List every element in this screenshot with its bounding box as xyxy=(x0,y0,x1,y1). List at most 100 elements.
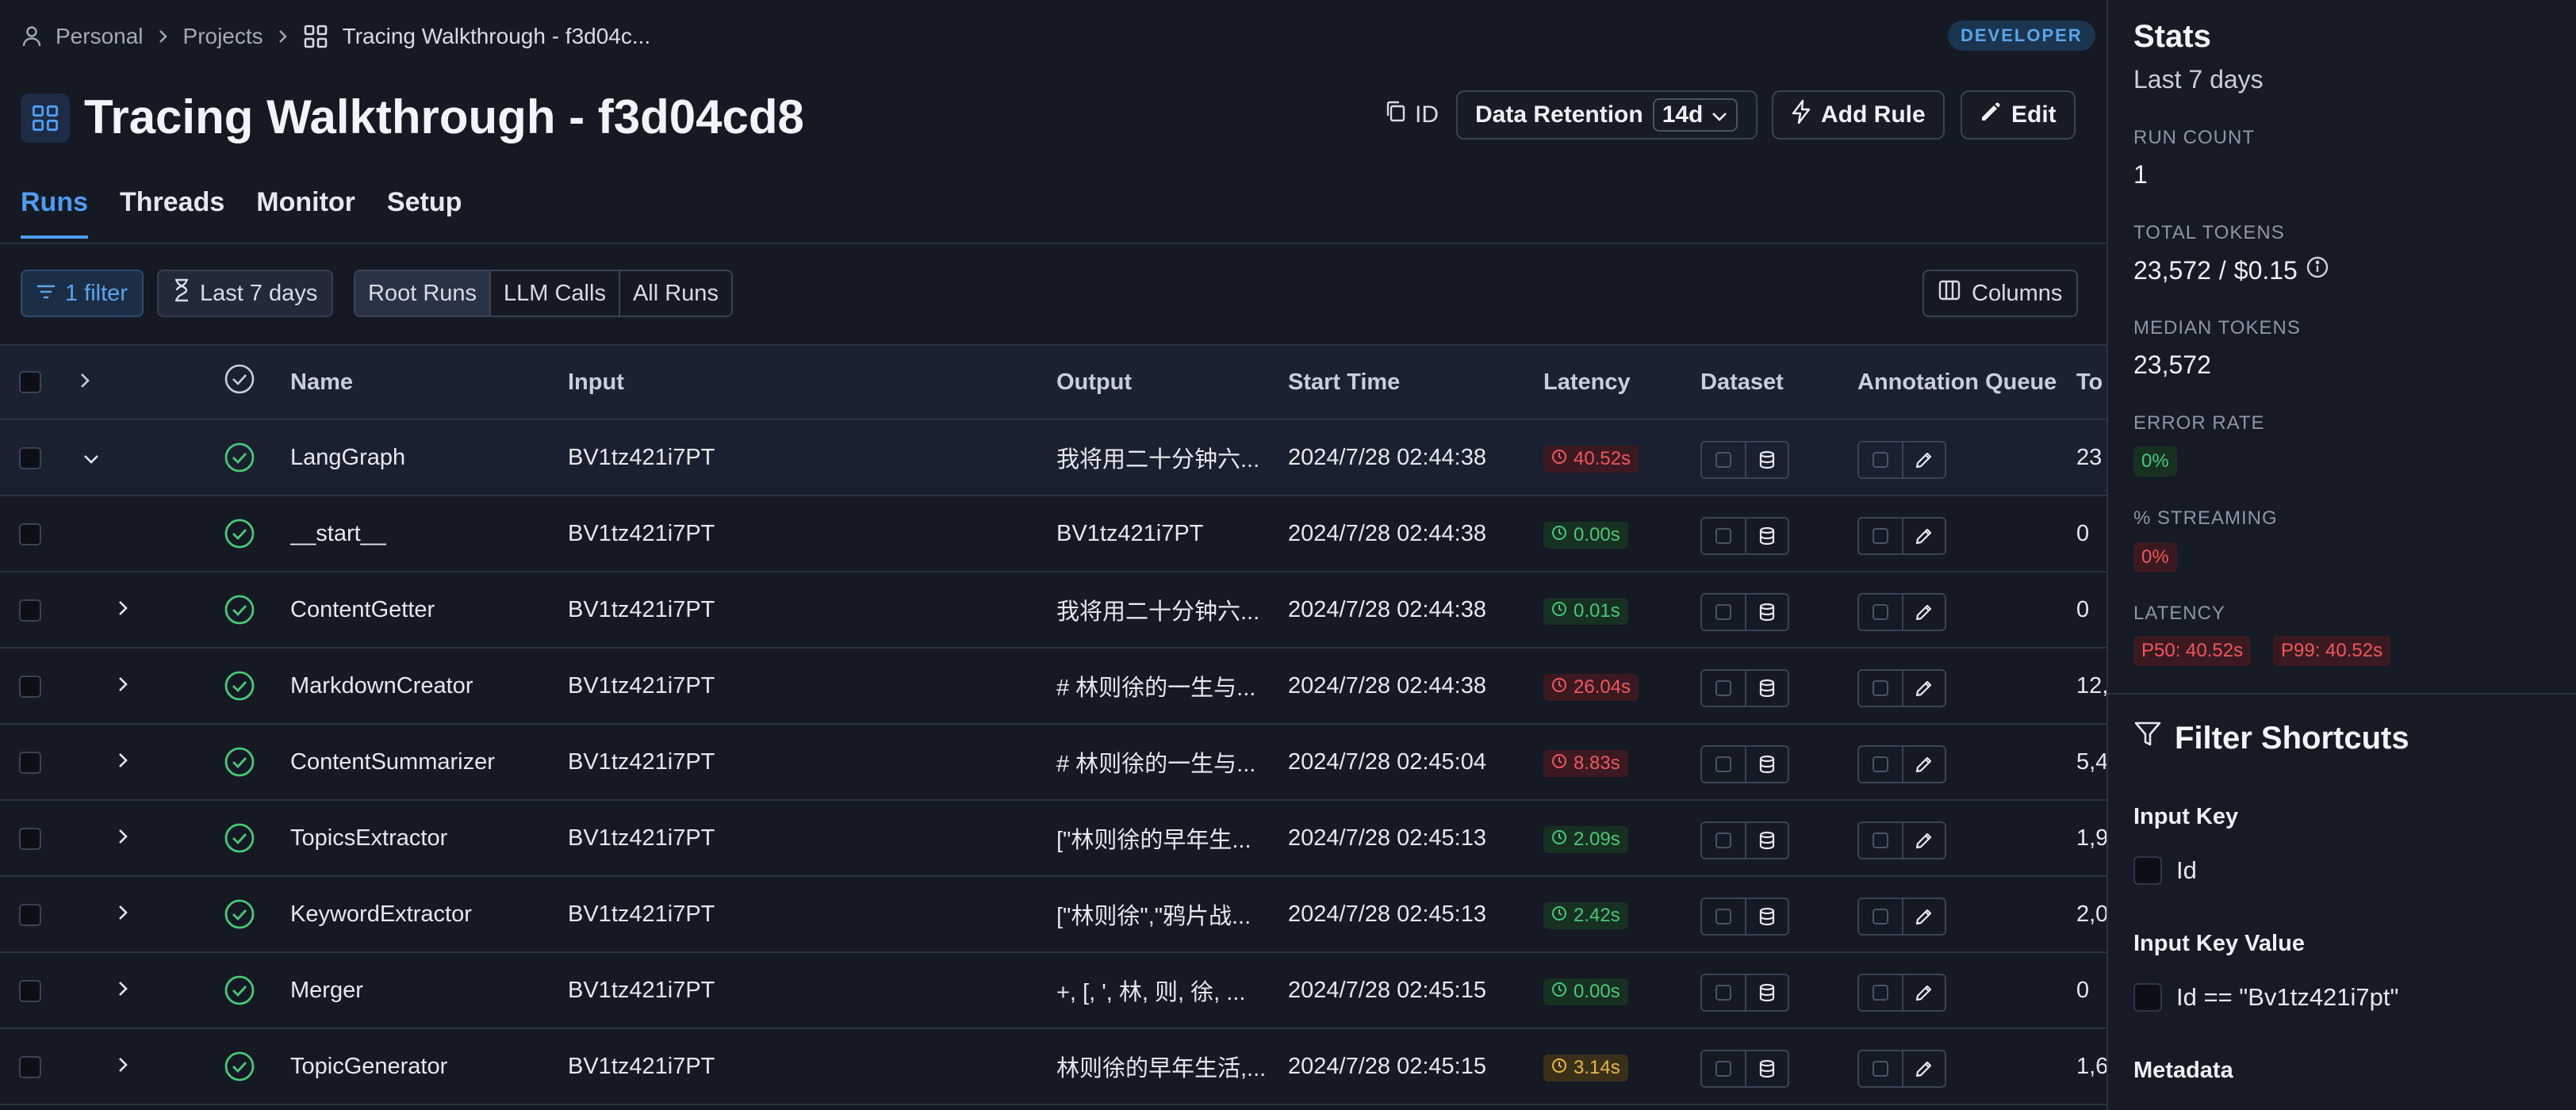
column-header-dataset[interactable]: Dataset xyxy=(1700,346,1784,419)
row-checkbox[interactable] xyxy=(19,828,41,850)
segment-root-runs[interactable]: Root Runs xyxy=(355,271,492,316)
segment-llm-calls[interactable]: LLM Calls xyxy=(491,271,620,316)
run-name[interactable]: LangGraph xyxy=(290,420,405,495)
run-name[interactable]: TopicsExtractor xyxy=(290,801,447,875)
table-row[interactable]: KeywordExtractor BV1tz421i7PT ["林则徐","鸦片战.… xyxy=(0,877,2106,953)
database-icon[interactable] xyxy=(1746,747,1788,782)
pencil-icon[interactable] xyxy=(1903,1051,1945,1086)
database-icon[interactable] xyxy=(1746,1051,1788,1086)
database-icon[interactable] xyxy=(1746,671,1788,706)
row-checkbox[interactable] xyxy=(19,447,41,469)
add-to-queue-checkbox[interactable] xyxy=(1859,823,1903,858)
add-to-dataset-checkbox[interactable] xyxy=(1702,442,1746,477)
edit-button[interactable]: Edit xyxy=(1961,90,2076,140)
column-header-name[interactable]: Name xyxy=(290,346,353,419)
info-icon[interactable] xyxy=(2306,255,2329,285)
pencil-icon[interactable] xyxy=(1903,747,1945,782)
copy-id-button[interactable]: ID xyxy=(1385,95,1439,135)
expand-row-button[interactable] xyxy=(117,953,128,1028)
row-checkbox[interactable] xyxy=(19,980,41,1002)
tab-setup[interactable]: Setup xyxy=(387,187,462,239)
expand-row-button[interactable] xyxy=(117,725,128,799)
table-row[interactable]: TopicGenerator BV1tz421i7PT 林则徐的早年生活,... 20… xyxy=(0,1029,2106,1105)
table-row[interactable]: ContentSummarizer BV1tz421i7PT # 林则徐的一生与..… xyxy=(0,725,2106,801)
run-name[interactable]: ContentGetter xyxy=(290,572,435,647)
database-icon[interactable] xyxy=(1746,823,1788,858)
row-checkbox[interactable] xyxy=(19,904,41,926)
run-name[interactable]: TopicGenerator xyxy=(290,1029,447,1104)
tab-monitor[interactable]: Monitor xyxy=(256,187,355,239)
run-name[interactable]: KeywordExtractor xyxy=(290,877,472,951)
expand-row-button[interactable] xyxy=(117,877,128,951)
column-header-tokens[interactable]: To xyxy=(2076,346,2103,419)
run-name[interactable]: MarkdownCreator xyxy=(290,649,473,723)
row-checkbox[interactable] xyxy=(19,523,41,545)
filter-button[interactable]: 1 filter xyxy=(21,270,144,317)
database-icon[interactable] xyxy=(1746,442,1788,477)
table-row[interactable]: __start__ BV1tz421i7PT BV1tz421i7PT 2024/7/… xyxy=(0,496,2106,572)
pencil-icon[interactable] xyxy=(1903,899,1945,934)
column-header-input[interactable]: Input xyxy=(568,346,624,419)
add-to-queue-checkbox[interactable] xyxy=(1859,1051,1903,1086)
expand-all-toggle[interactable] xyxy=(79,346,90,419)
pencil-icon[interactable] xyxy=(1903,519,1945,553)
add-to-dataset-checkbox[interactable] xyxy=(1702,975,1746,1010)
add-to-queue-checkbox[interactable] xyxy=(1859,899,1903,934)
select-all-checkbox[interactable] xyxy=(19,371,41,393)
row-checkbox[interactable] xyxy=(19,1056,41,1078)
add-to-queue-checkbox[interactable] xyxy=(1859,595,1903,630)
time-range-button[interactable]: Last 7 days xyxy=(157,270,334,317)
add-rule-button[interactable]: Add Rule xyxy=(1772,90,1945,140)
add-to-queue-checkbox[interactable] xyxy=(1859,747,1903,782)
expand-row-button[interactable] xyxy=(117,572,128,647)
column-header-annotation-queue[interactable]: Annotation Queue xyxy=(1857,346,2057,419)
database-icon[interactable] xyxy=(1746,595,1788,630)
table-row[interactable]: TopicsExtractor BV1tz421i7PT ["林则徐的早年生... 2… xyxy=(0,801,2106,877)
database-icon[interactable] xyxy=(1746,975,1788,1010)
breadcrumb-personal[interactable]: Personal xyxy=(56,24,144,49)
column-header-output[interactable]: Output xyxy=(1056,346,1132,419)
add-to-queue-checkbox[interactable] xyxy=(1859,442,1903,477)
add-to-queue-checkbox[interactable] xyxy=(1859,975,1903,1010)
add-to-dataset-checkbox[interactable] xyxy=(1702,823,1746,858)
row-checkbox[interactable] xyxy=(19,676,41,698)
add-to-dataset-checkbox[interactable] xyxy=(1702,747,1746,782)
pencil-icon[interactable] xyxy=(1903,595,1945,630)
table-row[interactable]: MarkdownCreator BV1tz421i7PT # 林则徐的一生与... 2… xyxy=(0,649,2106,725)
row-checkbox[interactable] xyxy=(19,752,41,774)
add-to-dataset-checkbox[interactable] xyxy=(1702,519,1746,553)
pencil-icon[interactable] xyxy=(1903,975,1945,1010)
add-to-dataset-checkbox[interactable] xyxy=(1702,671,1746,706)
table-row[interactable]: Merger BV1tz421i7PT +, [, ', 林, 则, 徐, ... 2… xyxy=(0,953,2106,1029)
run-name[interactable]: __start__ xyxy=(290,496,386,571)
run-name[interactable]: ContentSummarizer xyxy=(290,725,495,799)
input-key-value-checkbox[interactable] xyxy=(2133,983,2162,1012)
tab-threads[interactable]: Threads xyxy=(120,187,224,239)
add-to-queue-checkbox[interactable] xyxy=(1859,519,1903,553)
pencil-icon[interactable] xyxy=(1903,442,1945,477)
table-row[interactable]: ContentGetter BV1tz421i7PT 我将用二十分钟六... 2024… xyxy=(0,572,2106,649)
add-to-dataset-checkbox[interactable] xyxy=(1702,899,1746,934)
expand-row-button[interactable] xyxy=(117,649,128,723)
retention-select[interactable]: 14d xyxy=(1652,98,1738,132)
pencil-icon[interactable] xyxy=(1903,823,1945,858)
add-to-queue-checkbox[interactable] xyxy=(1859,671,1903,706)
expand-row-button[interactable] xyxy=(117,1029,128,1104)
run-name[interactable]: Merger xyxy=(290,953,363,1028)
tab-runs[interactable]: Runs xyxy=(21,187,88,239)
status-column-header[interactable] xyxy=(224,346,255,419)
input-key-value-option[interactable]: Id == "Bv1tz421i7pt" xyxy=(2133,983,2399,1012)
segment-all-runs[interactable]: All Runs xyxy=(620,271,731,316)
breadcrumb-projects[interactable]: Projects xyxy=(183,24,263,49)
database-icon[interactable] xyxy=(1746,899,1788,934)
data-retention-button[interactable]: Data Retention 14d xyxy=(1456,90,1758,140)
collapse-row-button[interactable] xyxy=(82,420,100,495)
column-header-latency[interactable]: Latency xyxy=(1543,346,1631,419)
database-icon[interactable] xyxy=(1746,519,1788,553)
input-key-checkbox[interactable] xyxy=(2133,856,2162,885)
table-row[interactable]: LangGraph BV1tz421i7PT 我将用二十分钟六... 2024/7/2… xyxy=(0,420,2106,496)
add-to-dataset-checkbox[interactable] xyxy=(1702,1051,1746,1086)
expand-row-button[interactable] xyxy=(117,801,128,875)
columns-button[interactable]: Columns xyxy=(1922,270,2079,317)
add-to-dataset-checkbox[interactable] xyxy=(1702,595,1746,630)
